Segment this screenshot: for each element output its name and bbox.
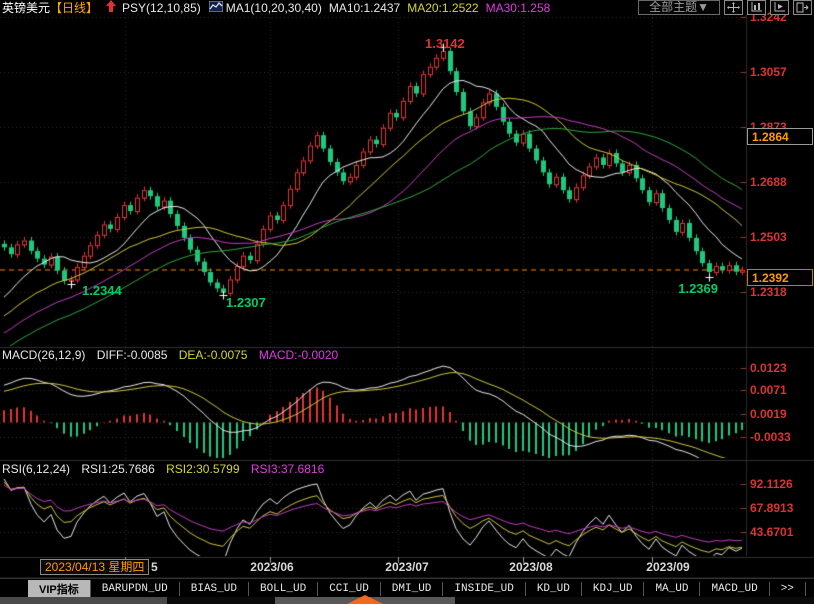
rsi2-value: RSI2:30.5799: [166, 462, 239, 476]
ma10-value: MA10:1.2437: [329, 1, 400, 15]
indicator-tab-bar: VIP指标 BARUPDN_UD BIAS_UD BOLL_UD CCI_UD …: [0, 578, 814, 598]
chart-header-bar: 英镑美元 【日线】 PSY(12,10,85) MA1(10,20,30,40)…: [0, 0, 814, 15]
macd-diff-value: DIFF:-0.0085: [97, 348, 168, 362]
tab-dmi-ud[interactable]: DMI_UD: [381, 582, 444, 596]
last-price-badge: 1.2392: [747, 269, 813, 286]
macd-pane-header: MACD(26,12,9) DIFF:-0.0085 DEA:-0.0075 M…: [2, 348, 346, 362]
tab-bias-ud[interactable]: BIAS_UD: [180, 582, 249, 596]
tab-ma-ud[interactable]: MA_UD: [644, 582, 700, 596]
theme-dropdown[interactable]: 全部主题▼: [638, 0, 720, 15]
price-axis-label: 1.2688: [750, 175, 787, 189]
symbol-name: 英镑美元: [2, 1, 50, 15]
price-axis-label: 1.3057: [750, 65, 787, 79]
y-axis-scale-button[interactable]: [747, 0, 766, 15]
x-axis-scale-button[interactable]: [770, 0, 789, 15]
macd-title: MACD(26,12,9): [2, 348, 85, 362]
ma-group-label: MA1(10,20,30,40): [226, 1, 322, 15]
tab-kdj-ud[interactable]: KDJ_UD: [582, 582, 645, 596]
macd-axis-label: -0.0033: [750, 430, 791, 444]
rsi-pane-header: RSI(6,12,24) RSI1:25.7686 RSI2:30.5799 R…: [2, 462, 332, 476]
date-tick: 5: [151, 560, 158, 574]
tab-macd-ud[interactable]: MACD_UD: [700, 582, 769, 596]
ma30-value: MA30:1.258: [486, 1, 551, 15]
price-axis-label: 1.2318: [750, 285, 787, 299]
tab-vip-indicators[interactable]: VIP指标: [28, 580, 91, 598]
up-arrow-icon: [106, 0, 116, 15]
chart-scrollbar: [0, 597, 814, 604]
charting-app-window: { "palette": { "up_candle": "#e23535", "…: [0, 0, 814, 604]
indicator-value-badge: 1.2864: [747, 128, 813, 145]
psy-indicator-label: PSY(12,10,85): [122, 1, 201, 15]
rsi-axis-label: 43.6701: [750, 525, 793, 539]
swing-high-label: 1.3142: [425, 36, 465, 51]
rsi1-value: RSI1:25.7686: [81, 462, 154, 476]
price-axis-label: 1.2503: [750, 230, 787, 244]
rsi-axis-label: 92.1126: [750, 477, 793, 491]
swing-low-label-2: 1.2307: [226, 295, 266, 310]
tab-barupdn-ud[interactable]: BARUPDN_UD: [91, 582, 180, 596]
expand-pane-button[interactable]: [793, 0, 812, 15]
date-tick: 2023/06: [250, 560, 293, 574]
date-tick: 2023/08: [509, 560, 552, 574]
tab-inside-ud[interactable]: INSIDE_UD: [443, 582, 525, 596]
macd-axis-label: 0.0019: [750, 407, 787, 421]
macd-axis-label: 0.0123: [750, 361, 787, 375]
selected-date-box: 2023/04/13 星期四: [40, 559, 149, 575]
current-price-label: 1.2369: [672, 281, 718, 296]
tab-kd-ud[interactable]: KD_UD: [526, 582, 582, 596]
candlestick-chart-canvas[interactable]: [0, 0, 814, 604]
rsi-axis-label: 67.8913: [750, 501, 793, 515]
rsi-title: RSI(6,12,24): [2, 462, 70, 476]
tab-more[interactable]: >>: [770, 582, 806, 596]
macd-dea-value: DEA:-0.0075: [179, 348, 248, 362]
date-tick: 2023/09: [646, 560, 689, 574]
macd-axis-label: 0.0071: [750, 383, 787, 397]
date-tick: 2023/07: [385, 560, 428, 574]
tab-cci-ud[interactable]: CCI_UD: [318, 582, 381, 596]
line-chart-icon: [209, 1, 223, 15]
ma20-value: MA20:1.2522: [407, 1, 478, 15]
scrollbar-position-arrow-icon[interactable]: [347, 595, 383, 604]
macd-macd-value: MACD:-0.0020: [259, 348, 338, 362]
header-toolbar: 全部主题▼: [638, 0, 812, 15]
tab-boll-ud[interactable]: BOLL_UD: [249, 582, 318, 596]
period-label: 【日线】: [50, 1, 98, 15]
scrollbar-track-segment[interactable]: [0, 597, 167, 604]
pan-tool-button[interactable]: [724, 0, 743, 15]
rsi3-value: RSI3:37.6816: [251, 462, 324, 476]
swing-low-label-1: 1.2344: [82, 283, 122, 298]
